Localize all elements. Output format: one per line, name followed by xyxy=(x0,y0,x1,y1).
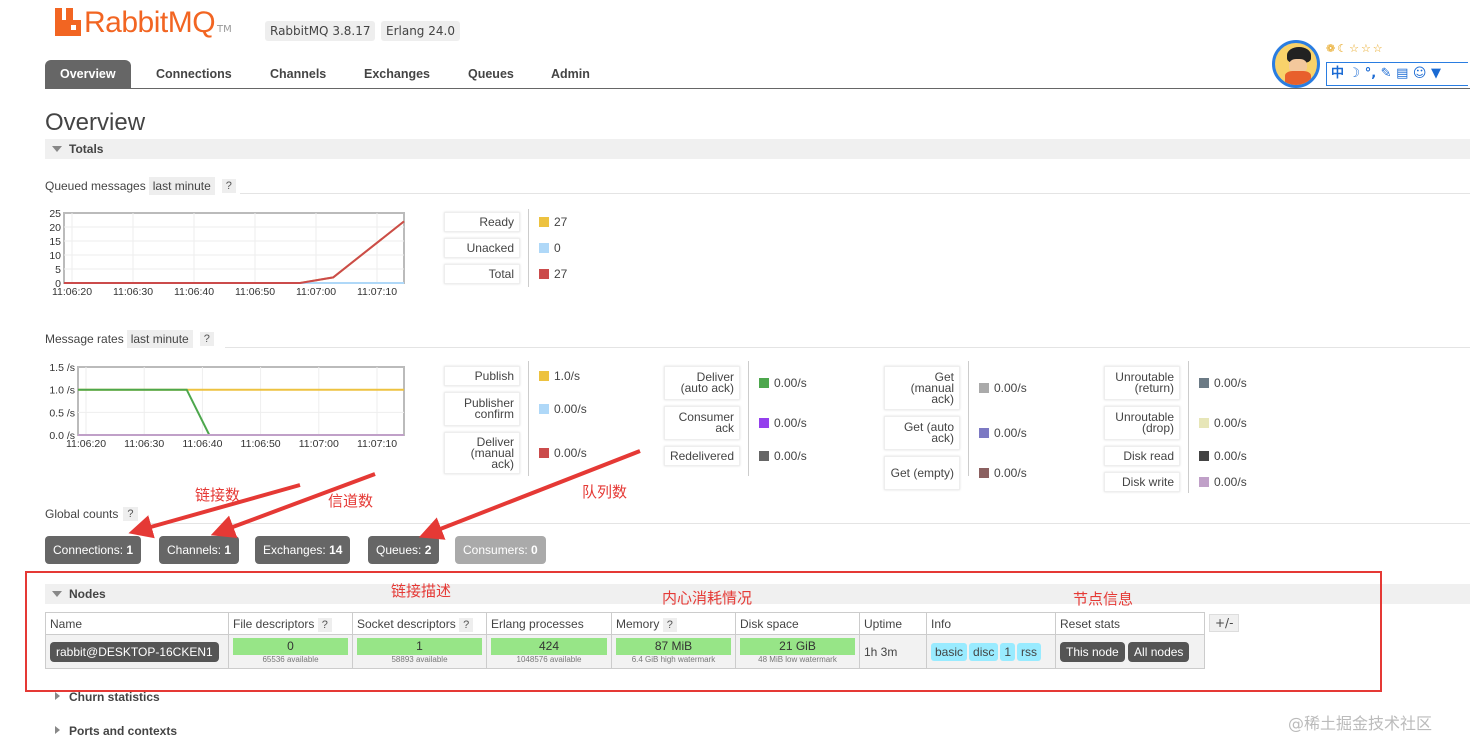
annotation-connections: 链接数 xyxy=(195,486,241,504)
annotation-memory: 内心消耗情况 xyxy=(662,589,753,607)
annotation-arrows xyxy=(128,449,641,540)
annotation-queues: 队列数 xyxy=(582,483,628,501)
annotation-desc: 链接描述 xyxy=(391,582,452,600)
annotation-channels: 信道数 xyxy=(328,492,374,510)
annotation-node: 节点信息 xyxy=(1073,590,1134,608)
watermark: @稀土掘金技术社区 xyxy=(1288,714,1433,733)
